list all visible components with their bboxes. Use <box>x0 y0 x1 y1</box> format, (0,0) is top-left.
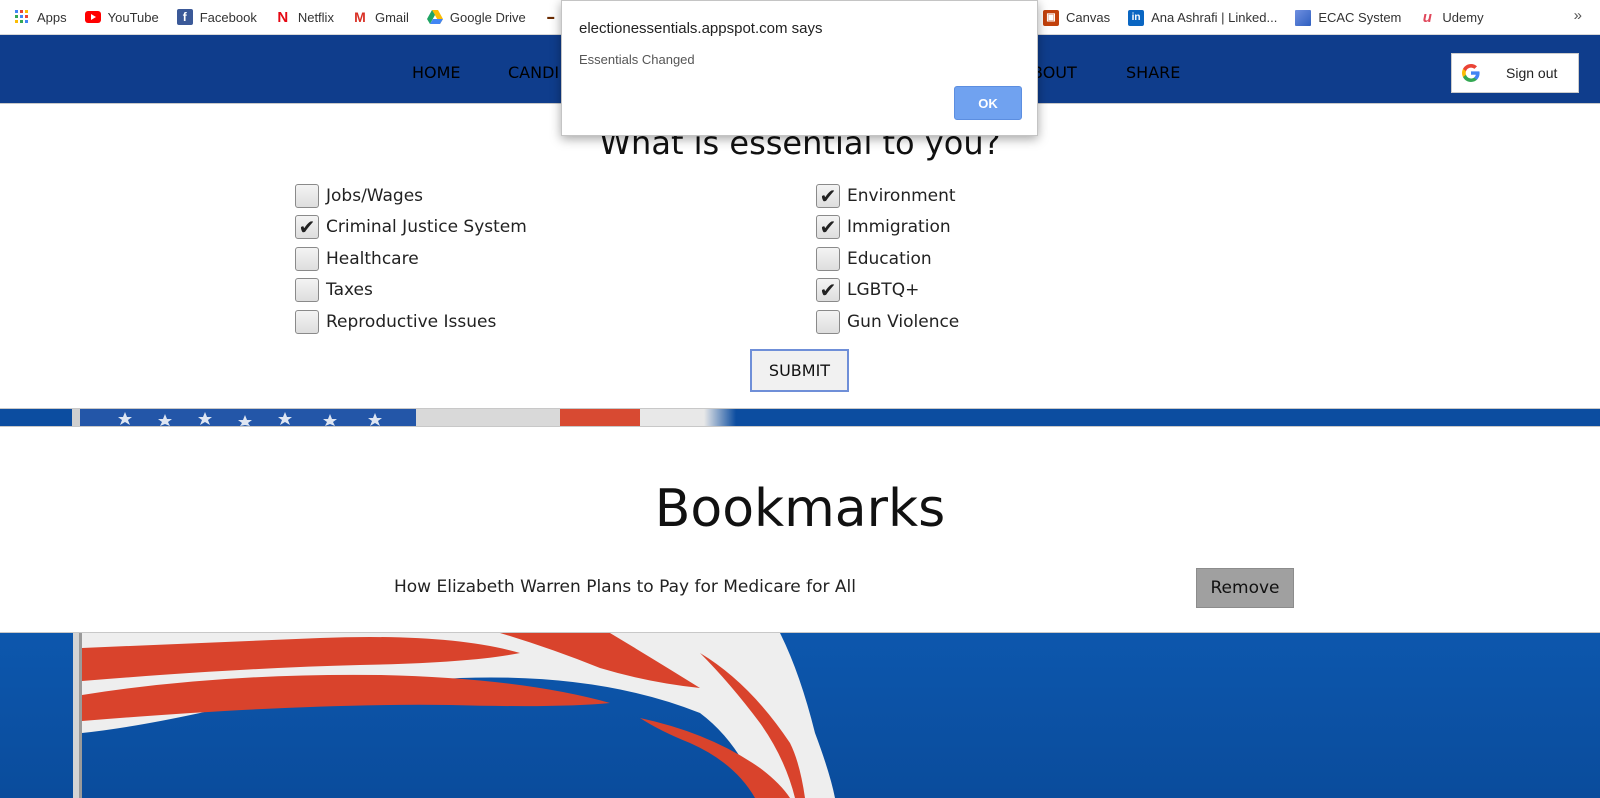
essential-option-immigration[interactable]: ✔ Immigration <box>816 212 959 244</box>
essential-option-healthcare[interactable]: Healthcare <box>295 243 527 275</box>
more-bookmarks-chevron-icon[interactable]: » <box>1574 7 1582 24</box>
bookmarks-panel: Bookmarks How Elizabeth Warren Plans to … <box>0 426 1600 633</box>
dialog-ok-button[interactable]: OK <box>954 86 1022 120</box>
checkmark-icon: ✔ <box>819 183 837 208</box>
bookmark-label: Google Drive <box>449 9 526 25</box>
nav-about[interactable]: BOUT <box>1032 63 1077 82</box>
essential-option-lgbtq[interactable]: ✔ LGBTQ+ <box>816 275 959 307</box>
remove-bookmark-button[interactable]: Remove <box>1196 568 1294 608</box>
checkmark-icon: ✔ <box>298 215 316 240</box>
essentials-panel: What is essential to you? Jobs/Wages ✔ C… <box>0 103 1600 409</box>
flag-background-strip <box>0 409 1600 426</box>
option-label: Immigration <box>847 217 951 238</box>
apps-grid-icon <box>14 9 30 25</box>
option-label: Environment <box>847 185 956 206</box>
option-label: LGBTQ+ <box>847 280 920 301</box>
bookmark-label: Ana Ashrafi | Linked... <box>1151 10 1278 25</box>
youtube-icon <box>84 9 101 25</box>
option-label: Gun Violence <box>847 311 960 332</box>
checkbox-checked[interactable]: ✔ <box>816 183 840 208</box>
dialog-title: electionessentials.appspot.com says <box>579 20 823 37</box>
gmail-icon: M <box>354 9 366 25</box>
bookmarks-title: Bookmarks <box>654 479 946 539</box>
sign-out-label: Sign out <box>1506 65 1558 81</box>
bookmark-label: Netflix <box>297 9 334 25</box>
checkbox-unchecked[interactable] <box>295 309 319 334</box>
essential-option-criminal-justice[interactable]: ✔ Criminal Justice System <box>295 212 527 244</box>
canvas-icon: ▣ <box>1043 9 1059 26</box>
checkbox-checked[interactable]: ✔ <box>295 215 319 240</box>
bookmark-netflix[interactable]: N Netflix <box>275 8 334 26</box>
truncated-bookmark-icon: ▬ <box>547 13 555 21</box>
submit-button[interactable]: SUBMIT <box>750 349 849 392</box>
nav-share[interactable]: SHARE <box>1126 63 1180 82</box>
ecac-icon <box>1295 9 1312 26</box>
essential-option-environment[interactable]: ✔ Environment <box>816 180 959 212</box>
option-label: Criminal Justice System <box>326 217 527 238</box>
bookmark-youtube[interactable]: YouTube <box>84 9 159 25</box>
option-label: Reproductive Issues <box>326 311 497 332</box>
udemy-icon: u <box>1422 9 1432 26</box>
sign-out-button[interactable]: Sign out <box>1451 53 1579 93</box>
essential-option-education[interactable]: Education <box>816 243 959 275</box>
option-label: Education <box>847 248 932 269</box>
essential-option-jobs-wages[interactable]: Jobs/Wages <box>295 180 527 212</box>
facebook-icon: f <box>176 9 193 25</box>
checkbox-unchecked[interactable] <box>295 278 319 303</box>
checkmark-icon: ✔ <box>819 215 837 240</box>
bookmark-linkedin[interactable]: in Ana Ashrafi | Linked... <box>1128 9 1278 26</box>
google-drive-icon <box>426 9 443 25</box>
option-label: Healthcare <box>326 248 419 269</box>
bookmark-label: Canvas <box>1066 10 1111 25</box>
alert-dialog: electionessentials.appspot.com says Esse… <box>561 0 1038 136</box>
nav-home[interactable]: HOME <box>412 63 461 82</box>
google-g-icon <box>1460 62 1482 84</box>
checkbox-unchecked[interactable] <box>295 183 319 208</box>
checkbox-checked[interactable]: ✔ <box>816 278 840 303</box>
checkbox-checked[interactable]: ✔ <box>816 215 840 240</box>
essential-option-reproductive[interactable]: Reproductive Issues <box>295 306 527 338</box>
essential-option-gun-violence[interactable]: Gun Violence <box>816 306 959 338</box>
essentials-left-column: Jobs/Wages ✔ Criminal Justice System Hea… <box>295 180 527 338</box>
nav-candidates[interactable]: CANDI <box>508 63 559 82</box>
option-label: Taxes <box>326 280 373 301</box>
bookmark-udemy[interactable]: u Udemy <box>1419 9 1484 26</box>
bookmark-ecac[interactable]: ECAC System <box>1295 9 1402 26</box>
bookmark-canvas[interactable]: ▣ Canvas <box>1043 9 1111 26</box>
bookmark-facebook[interactable]: f Facebook <box>176 9 257 25</box>
checkbox-unchecked[interactable] <box>295 246 319 271</box>
bookmark-google-drive[interactable]: Google Drive <box>426 9 526 25</box>
bookmark-article-title[interactable]: How Elizabeth Warren Plans to Pay for Me… <box>394 577 856 597</box>
bookmark-label: YouTube <box>107 9 159 25</box>
checkmark-icon: ✔ <box>819 278 837 303</box>
option-label: Jobs/Wages <box>326 185 424 206</box>
bookmark-label: ECAC System <box>1318 10 1402 25</box>
checkbox-unchecked[interactable] <box>816 246 840 271</box>
bookmark-label: Udemy <box>1442 10 1484 25</box>
bookmark-apps[interactable]: Apps <box>14 9 67 25</box>
bookmark-label: Gmail <box>374 9 409 25</box>
dialog-message: Essentials Changed <box>579 52 695 67</box>
essentials-right-column: ✔ Environment ✔ Immigration Education ✔ … <box>816 180 959 338</box>
netflix-icon: N <box>277 8 289 26</box>
checkbox-unchecked[interactable] <box>816 309 840 334</box>
flag-background-image <box>0 633 1600 798</box>
linkedin-icon: in <box>1128 9 1145 26</box>
bookmark-gmail[interactable]: M Gmail <box>352 9 409 25</box>
bookmark-label: Facebook <box>199 9 257 25</box>
bookmark-label: Apps <box>37 9 67 25</box>
essential-option-taxes[interactable]: Taxes <box>295 275 527 307</box>
